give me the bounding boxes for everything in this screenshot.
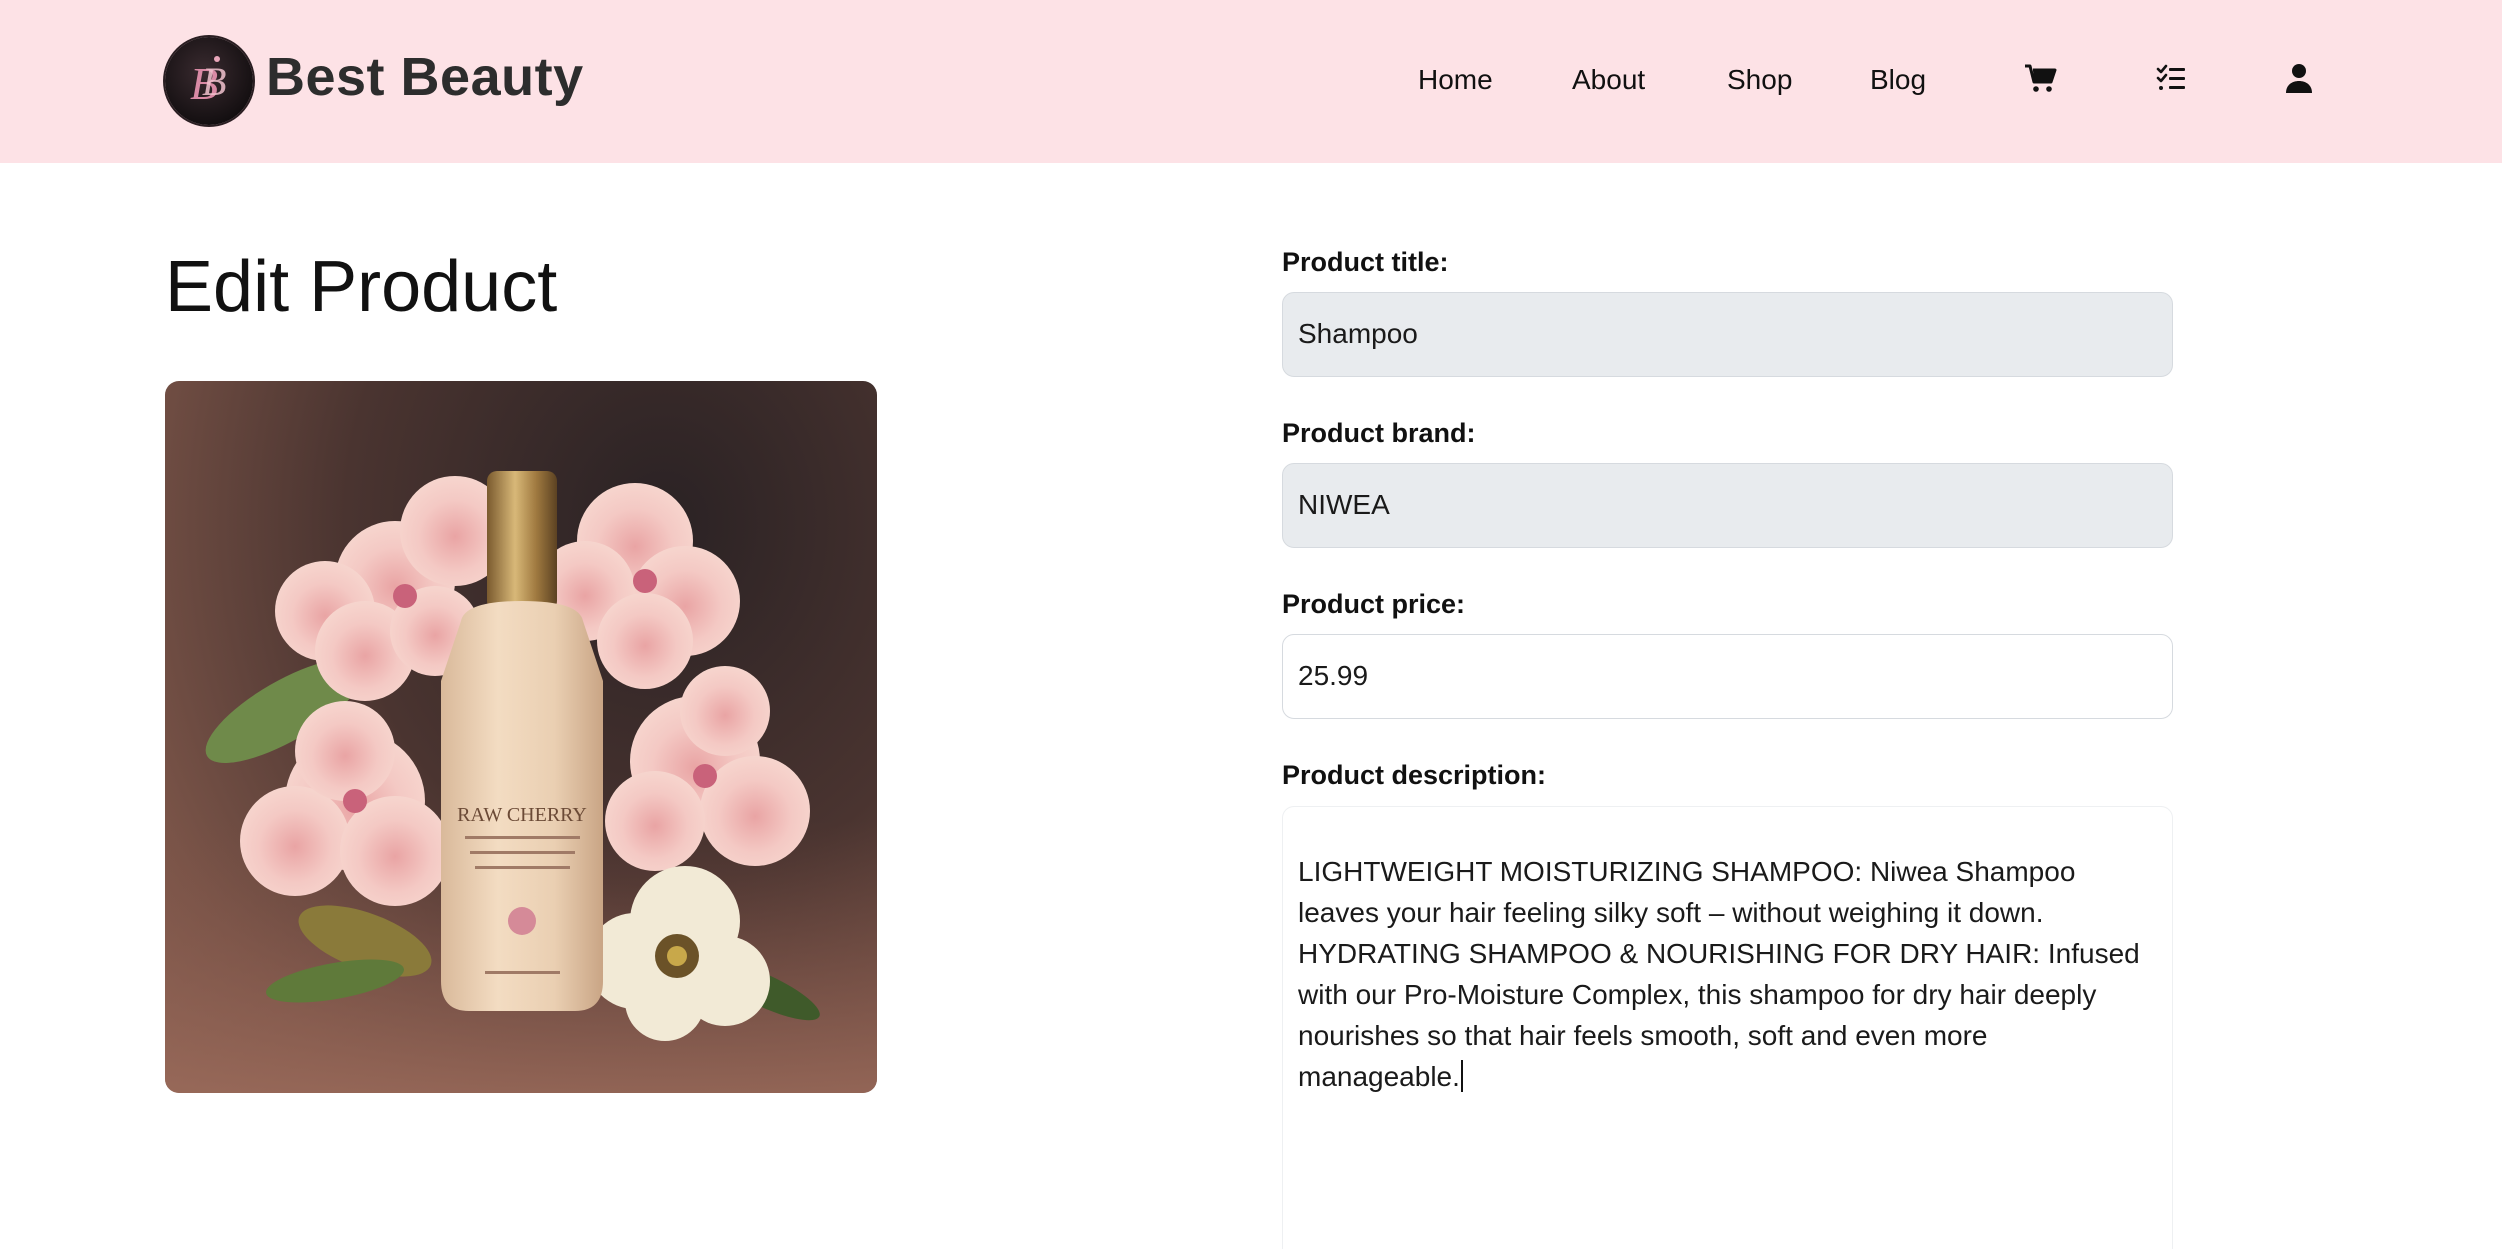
product-description-text: LIGHTWEIGHT MOISTURIZING SHAMPOO: Niwea … (1298, 856, 2140, 1092)
product-title-label: Product title: (1282, 247, 1449, 277)
logo[interactable]: B B (165, 37, 253, 125)
nav-about[interactable]: About (1572, 58, 1645, 102)
product-description-textarea[interactable]: LIGHTWEIGHT MOISTURIZING SHAMPOO: Niwea … (1282, 806, 2173, 1249)
product-description-label: Product description: (1282, 760, 1547, 790)
checklist-icon[interactable] (2153, 60, 2189, 96)
product-image: RAW CHERRY (165, 381, 877, 1093)
user-icon[interactable] (2281, 60, 2317, 96)
nav-shop[interactable]: Shop (1727, 58, 1792, 102)
svg-text:B: B (202, 59, 226, 104)
product-title-field[interactable]: Shampoo (1282, 292, 2173, 377)
site-header: B B Best Beauty Home About Shop Blog (0, 0, 2502, 163)
cart-icon[interactable] (2022, 60, 2058, 96)
bb-monogram-icon: B B (190, 56, 226, 109)
product-price-field[interactable]: 25.99 (1282, 634, 2173, 719)
page-title: Edit Product (165, 247, 558, 327)
svg-text:RAW CHERRY: RAW CHERRY (457, 804, 587, 826)
product-brand-field[interactable]: NIWEA (1282, 463, 2173, 548)
brand-name[interactable]: Best Beauty (266, 42, 584, 112)
text-caret (1460, 1060, 1463, 1092)
product-brand-label: Product brand: (1282, 418, 1476, 448)
nav-home[interactable]: Home (1418, 58, 1493, 102)
nav-blog[interactable]: Blog (1870, 58, 1926, 102)
product-price-label: Product price: (1282, 589, 1466, 619)
